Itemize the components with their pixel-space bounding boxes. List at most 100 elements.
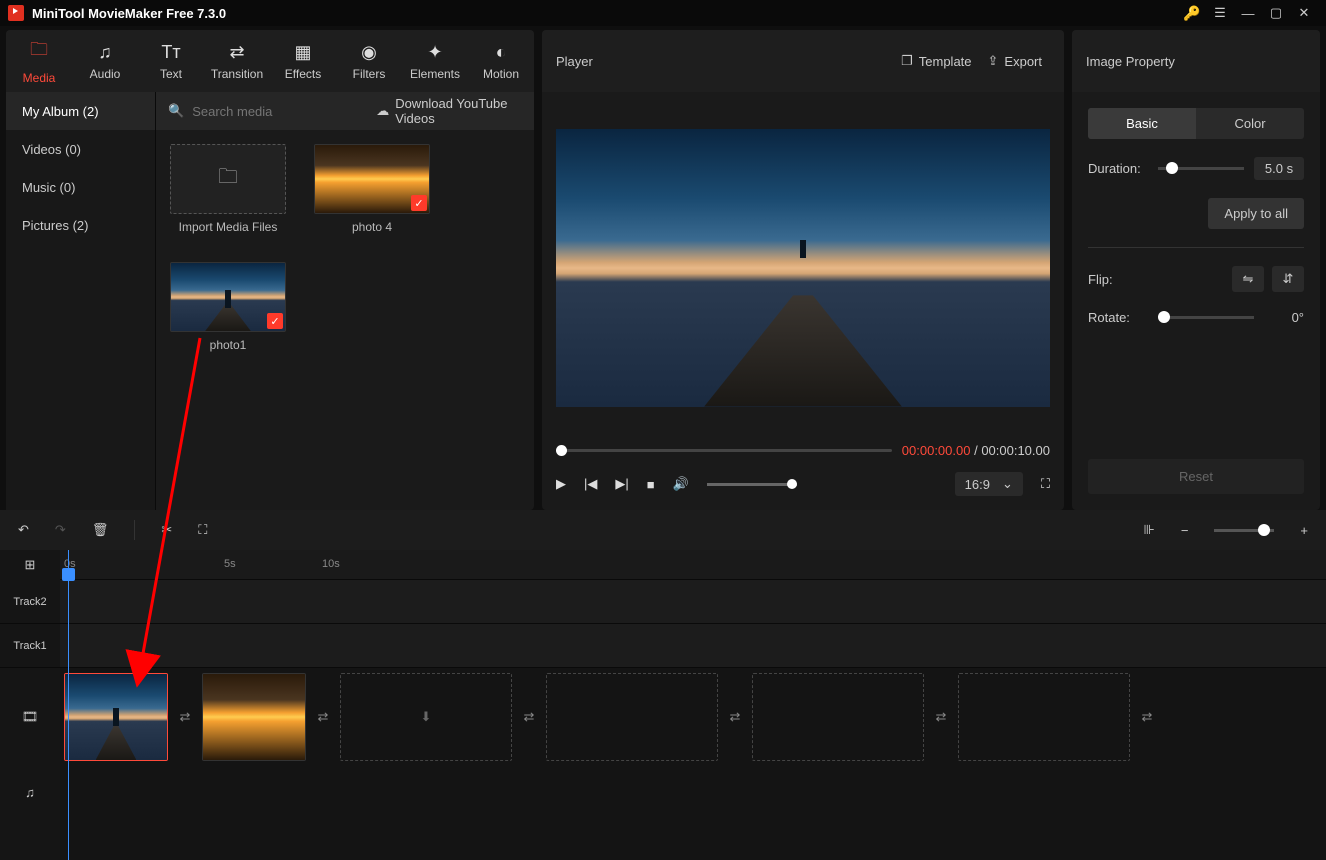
empty-clip-slot[interactable]: ⬇ bbox=[340, 673, 512, 761]
tab-elements[interactable]: ✦Elements bbox=[402, 30, 468, 92]
undo-button[interactable]: ↶ bbox=[18, 522, 29, 538]
redo-button[interactable]: ↷ bbox=[55, 522, 66, 538]
key-icon[interactable]: 🔑 bbox=[1178, 3, 1206, 23]
zoom-in-button[interactable]: + bbox=[1300, 523, 1308, 538]
transition-slot[interactable]: ⇄ bbox=[926, 673, 956, 761]
export-button[interactable]: ⇪Export bbox=[980, 47, 1050, 75]
cloud-download-icon: ☁ bbox=[376, 103, 389, 119]
maximize-button[interactable]: ▢ bbox=[1262, 3, 1290, 23]
tab-effects[interactable]: ▦Effects bbox=[270, 30, 336, 92]
media-item-photo1[interactable]: ✓ photo1 bbox=[170, 262, 286, 352]
import-media-button[interactable]: 🗀 Import Media Files bbox=[170, 144, 286, 234]
duration-value[interactable]: 5.0 s bbox=[1254, 157, 1304, 180]
media-area: 🔍 ☁ Download YouTube Videos 🗀 Import Med… bbox=[156, 92, 534, 510]
seek-bar[interactable] bbox=[556, 449, 892, 452]
folder-icon: 🗀 bbox=[218, 162, 238, 196]
track2[interactable] bbox=[60, 580, 1326, 624]
text-icon: Tᴛ bbox=[161, 42, 180, 63]
rotate-slider[interactable] bbox=[1158, 316, 1254, 319]
flip-label: Flip: bbox=[1088, 272, 1148, 287]
flip-v-icon: ⇵ bbox=[1283, 271, 1294, 287]
elements-icon: ✦ bbox=[427, 42, 442, 63]
transition-slot[interactable]: ⇄ bbox=[514, 673, 544, 761]
sidebar-item-videos[interactable]: Videos (0) bbox=[6, 130, 155, 168]
sidebar-item-music[interactable]: Music (0) bbox=[6, 168, 155, 206]
fit-button[interactable]: ⊪ bbox=[1143, 522, 1154, 538]
chevron-down-icon: ⌄ bbox=[1002, 476, 1013, 492]
close-button[interactable]: ✕ bbox=[1290, 3, 1318, 23]
rotate-value: 0° bbox=[1264, 310, 1304, 325]
video-track[interactable]: ⇄ ⇄ ⬇ ⇄ ⇄ ⇄ ⇄ bbox=[60, 668, 1326, 766]
split-button[interactable]: ✂ bbox=[161, 522, 172, 538]
empty-clip-slot[interactable] bbox=[546, 673, 718, 761]
next-frame-button[interactable]: ▶| bbox=[615, 476, 628, 492]
transition-slot[interactable]: ⇄ bbox=[1132, 673, 1162, 761]
motion-icon: ◐ bbox=[496, 42, 507, 63]
timeline-ruler[interactable]: 0s 5s 10s bbox=[60, 550, 1326, 580]
download-youtube-button[interactable]: ☁ Download YouTube Videos bbox=[376, 96, 522, 126]
properties-title: Image Property bbox=[1086, 54, 1175, 69]
properties-panel: Image Property Basic Color Duration: 5.0… bbox=[1072, 30, 1320, 510]
flip-vertical-button[interactable]: ⇵ bbox=[1272, 266, 1304, 292]
sidebar-item-pictures[interactable]: Pictures (2) bbox=[6, 206, 155, 244]
play-button[interactable]: ▶ bbox=[556, 476, 566, 492]
timeline-canvas[interactable]: 0s 5s 10s ⇄ ⇄ ⬇ ⇄ ⇄ ⇄ bbox=[60, 550, 1326, 860]
music-icon: ♫ bbox=[98, 42, 112, 63]
empty-clip-slot[interactable] bbox=[958, 673, 1130, 761]
apply-to-all-button[interactable]: Apply to all bbox=[1208, 198, 1304, 229]
minimize-button[interactable]: — bbox=[1234, 3, 1262, 23]
duration-label: Duration: bbox=[1088, 161, 1148, 176]
zoom-out-button[interactable]: − bbox=[1181, 523, 1189, 538]
export-icon: ⇪ bbox=[988, 53, 999, 69]
tab-text[interactable]: TᴛText bbox=[138, 30, 204, 92]
transition-slot[interactable]: ⇄ bbox=[170, 673, 200, 761]
layers-icon: ❐ bbox=[901, 53, 913, 69]
preview-viewport[interactable] bbox=[556, 129, 1050, 407]
track1-label[interactable]: Track1 bbox=[0, 624, 60, 668]
reset-button[interactable]: Reset bbox=[1088, 459, 1304, 494]
track2-label[interactable]: Track2 bbox=[0, 580, 60, 624]
transition-slot[interactable]: ⇄ bbox=[308, 673, 338, 761]
menu-icon[interactable]: ☰ bbox=[1206, 3, 1234, 23]
volume-slider[interactable] bbox=[707, 483, 797, 486]
app-title: MiniTool MovieMaker Free 7.3.0 bbox=[32, 6, 226, 21]
prev-frame-button[interactable]: |◀ bbox=[584, 476, 597, 492]
tab-basic[interactable]: Basic bbox=[1088, 108, 1196, 139]
media-panel: 🗀Media ♫Audio TᴛText ⇄Transition ▦Effect… bbox=[6, 30, 534, 510]
delete-button[interactable]: 🗑 bbox=[92, 522, 109, 538]
media-item-photo4[interactable]: ✓ photo 4 bbox=[314, 144, 430, 234]
check-icon: ✓ bbox=[267, 313, 283, 329]
search-input[interactable] bbox=[192, 104, 368, 119]
video-track-icon: 🎞 bbox=[0, 668, 60, 766]
tab-audio[interactable]: ♫Audio bbox=[72, 30, 138, 92]
tab-color[interactable]: Color bbox=[1196, 108, 1304, 139]
tab-motion[interactable]: ◐Motion bbox=[468, 30, 534, 92]
zoom-slider[interactable] bbox=[1214, 529, 1274, 532]
duration-slider[interactable] bbox=[1158, 167, 1244, 170]
volume-icon[interactable]: 🔊 bbox=[673, 476, 689, 492]
add-track-button[interactable]: ⊞ bbox=[0, 550, 60, 580]
transition-icon: ⇄ bbox=[229, 42, 244, 63]
aspect-select[interactable]: 16:9⌄ bbox=[955, 472, 1023, 496]
filters-icon: ◉ bbox=[361, 42, 377, 63]
player-panel: Player ❐Template ⇪Export 00:00:00.00 / 0… bbox=[542, 30, 1064, 510]
fullscreen-button[interactable]: ⛶ bbox=[1041, 476, 1050, 492]
check-icon: ✓ bbox=[411, 195, 427, 211]
tab-filters[interactable]: ◉Filters bbox=[336, 30, 402, 92]
tab-transition[interactable]: ⇄Transition bbox=[204, 30, 270, 92]
template-button[interactable]: ❐Template bbox=[893, 47, 979, 75]
search-icon: 🔍 bbox=[168, 103, 184, 119]
clip-photo4[interactable] bbox=[202, 673, 306, 761]
clip-photo1[interactable] bbox=[64, 673, 168, 761]
tab-media[interactable]: 🗀Media bbox=[6, 30, 72, 92]
crop-button[interactable]: ⛶ bbox=[198, 522, 207, 538]
flip-horizontal-button[interactable]: ⇋ bbox=[1232, 266, 1264, 292]
playhead[interactable] bbox=[68, 550, 69, 860]
stop-button[interactable]: ■ bbox=[647, 477, 655, 492]
track-labels: ⊞ Track2 Track1 🎞 ♫ bbox=[0, 550, 60, 860]
sidebar-item-my-album[interactable]: My Album (2) bbox=[6, 92, 155, 130]
audio-track[interactable] bbox=[60, 766, 1326, 818]
transition-slot[interactable]: ⇄ bbox=[720, 673, 750, 761]
track1[interactable] bbox=[60, 624, 1326, 668]
empty-clip-slot[interactable] bbox=[752, 673, 924, 761]
